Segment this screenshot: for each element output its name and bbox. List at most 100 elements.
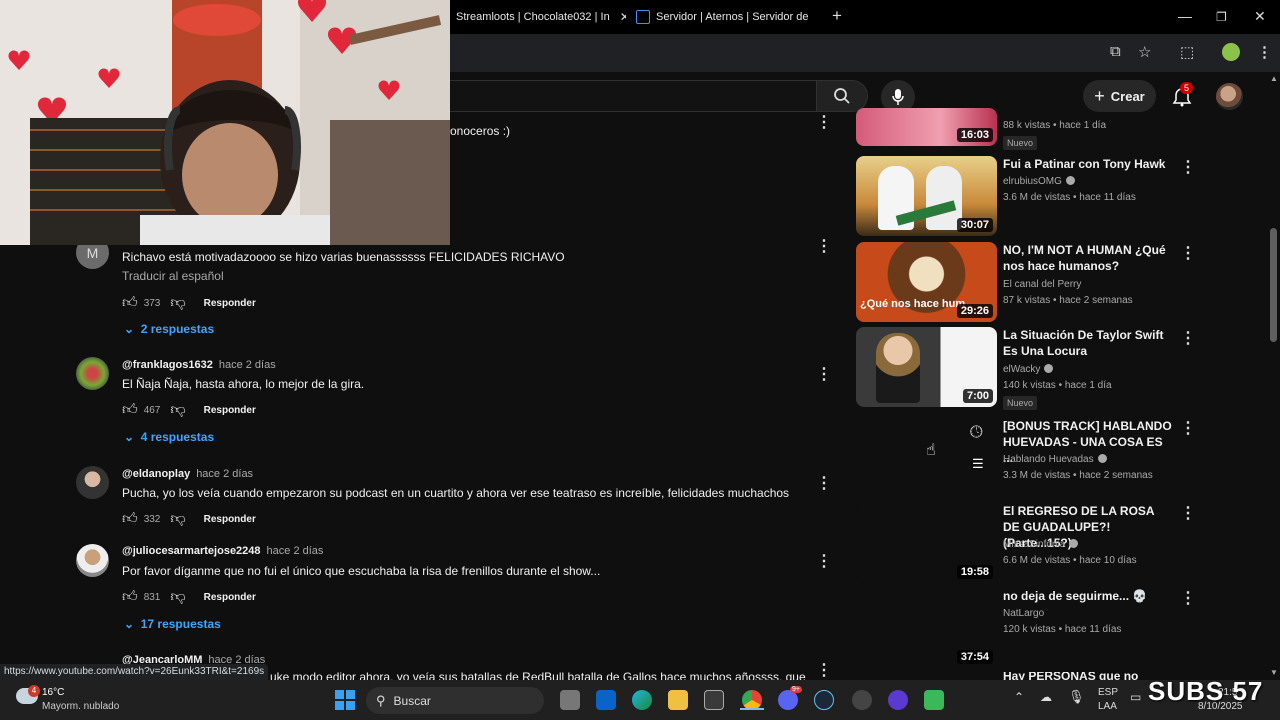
create-button[interactable]: + Crear [1083,80,1156,112]
recommended-video[interactable]: 37:54 no deja de seguirme... 💀 NatLargo … [856,588,1196,668]
like-icon[interactable]: 👍︎ [122,401,138,419]
maximize-icon[interactable]: ❐ [1216,10,1227,24]
weather-temp[interactable]: 16°C [42,687,64,698]
video-channel[interactable]: elWacky [1003,364,1054,375]
avatar[interactable] [76,466,109,499]
reply-button[interactable]: Responder [204,514,256,525]
channel-name[interactable]: elrubiusOMG [1003,176,1062,187]
recommended-video[interactable]: 16:03 88 k vistas • hace 1 día Nuevo [856,108,1196,154]
browser-profile-icon[interactable] [1222,43,1240,61]
tab-aternos[interactable]: Servidor | Aternos | Servidor de ✕ [636,6,816,28]
chrome-icon[interactable] [742,690,762,710]
like-icon[interactable]: 👍︎ [122,510,138,528]
tab-streamloots[interactable]: Streamloots | Chocolate032 | In ✕ [456,6,626,28]
video-channel[interactable]: NatLargo [1003,608,1044,619]
avatar[interactable] [1216,83,1243,110]
dislike-icon[interactable]: 👎︎ [170,401,185,419]
search-button[interactable] [816,80,868,112]
recommended-video[interactable]: 7:00 La Situación De Taylor Swift Es Una… [856,327,1196,410]
video-channel[interactable]: elrubiusOMG [1003,176,1075,187]
recommended-video[interactable]: Hay PERSONAS que no LLEGAN a ... [856,672,1196,680]
video-title[interactable]: no deja de seguirme... 💀 [1003,588,1173,604]
channel-name[interactable]: Hablando Huevadas [1003,454,1094,465]
video-thumbnail[interactable]: 7:00 [856,327,997,407]
more-icon[interactable]: ⋮ [1180,328,1196,348]
app-icon[interactable] [888,690,908,710]
more-icon[interactable]: ⋮ [816,236,832,256]
channel-name[interactable]: elWacky [1003,364,1040,375]
recommended-video[interactable]: 19:58 El REGRESO DE LA ROSA DE GUADALUPE… [856,503,1196,583]
recommended-video[interactable]: 30:07 Fui a Patinar con Tony Hawk elrubi… [856,156,1196,236]
recommended-video[interactable]: 🕓︎ ☰ [BONUS TRACK] HABLANDO HUEVADAS - U… [856,418,1196,488]
reply-button[interactable]: Responder [204,405,256,416]
add-to-queue-icon[interactable]: ☰ [972,456,984,472]
author-handle[interactable]: @franklagos1632 [122,359,213,371]
comment-author[interactable]: @juliocesarmartejose2248 hace 2 días [122,545,323,557]
edge-icon[interactable] [632,690,652,710]
obs-icon[interactable] [852,690,872,710]
close-icon[interactable]: ✕ [620,10,626,24]
video-title[interactable]: Fui a Patinar con Tony Hawk [1003,156,1173,172]
minecraft-icon[interactable] [924,690,944,710]
windows-start-icon[interactable] [335,690,355,710]
replies-toggle[interactable]: ⌄ 4 respuestas [124,430,214,444]
install-app-icon[interactable]: ⧉ [1110,43,1121,60]
comment-author[interactable]: @eldanoplay hace 2 días [122,468,253,480]
task-view-icon[interactable] [560,690,580,710]
more-icon[interactable]: ⋮ [816,551,832,571]
avatar[interactable] [76,357,109,390]
browser-menu-icon[interactable]: ⋮ [1257,43,1272,61]
dislike-icon[interactable]: 👎︎ [170,510,185,528]
file-explorer-icon[interactable] [668,690,688,710]
video-thumbnail[interactable]: 16:03 [856,108,997,146]
more-icon[interactable]: ⋮ [816,473,832,493]
language-bottom[interactable]: LAA [1098,701,1117,712]
minimize-icon[interactable]: — [1178,8,1192,24]
outlook-icon[interactable] [596,690,616,710]
translate-link[interactable]: Traducir al español [122,269,224,283]
more-icon[interactable]: ⋮ [816,364,832,384]
avatar[interactable] [76,544,109,577]
more-icon[interactable]: ⋮ [1180,243,1196,263]
scroll-down-icon[interactable]: ▼ [1270,668,1278,677]
steam-icon[interactable] [814,690,834,710]
scrollbar[interactable] [1268,72,1280,680]
network-icon[interactable]: ▭ [1130,690,1141,704]
more-icon[interactable]: ⋮ [1180,503,1196,523]
microphone-icon[interactable]: 🎙︎ [1068,689,1085,705]
more-icon[interactable]: ⋮ [1180,157,1196,177]
video-thumbnail[interactable]: 37:54 [856,588,997,668]
recommended-video[interactable]: ¿Qué nos hace hum 29:26 NO, I'M NOT A HU… [856,242,1196,322]
more-icon[interactable]: ⋮ [816,660,832,680]
store-icon[interactable] [704,690,724,710]
replies-toggle[interactable]: ⌄ 2 respuestas [124,322,214,336]
scrollbar-thumb[interactable] [1270,228,1277,342]
search-input[interactable] [440,80,816,112]
video-channel[interactable]: El canal del Perry [1003,279,1081,290]
taskbar-search[interactable]: ⚲ Buscar [366,687,544,714]
video-thumbnail[interactable]: ¿Qué nos hace hum 29:26 [856,242,997,322]
tray-app-icon[interactable]: ☁ [1040,690,1052,704]
more-icon[interactable]: ⋮ [1180,588,1196,608]
reply-button[interactable]: Responder [204,592,256,603]
dislike-icon[interactable]: 👎︎ [170,588,185,606]
language-top[interactable]: ESP [1098,687,1118,698]
author-handle[interactable]: @juliocesarmartejose2248 [122,545,261,557]
author-handle[interactable]: @eldanoplay [122,468,190,480]
channel-name[interactable]: MissaSinfonia [1003,539,1065,550]
new-tab-button[interactable]: + [832,6,842,26]
video-title[interactable]: NO, I'M NOT A HUMAN ¿Qué nos hace humano… [1003,242,1173,274]
comment-author[interactable]: @franklagos1632 hace 2 días [122,359,276,371]
bookmark-star-icon[interactable]: ☆ [1138,43,1151,61]
video-thumbnail[interactable]: 19:58 [856,503,997,583]
video-channel[interactable]: Hablando Huevadas [1003,454,1107,465]
replies-toggle[interactable]: ⌄ 17 respuestas [124,617,221,631]
window-close-icon[interactable]: ✕ [1254,8,1266,25]
more-icon[interactable]: ⋮ [1180,418,1196,438]
scroll-up-icon[interactable]: ▲ [1270,74,1278,83]
like-icon[interactable]: 👍︎ [122,588,138,606]
video-thumbnail[interactable]: 30:07 [856,156,997,236]
reply-button[interactable]: Responder [204,298,256,309]
extensions-icon[interactable]: ⬚ [1180,43,1194,61]
dislike-icon[interactable]: 👎︎ [170,294,185,312]
